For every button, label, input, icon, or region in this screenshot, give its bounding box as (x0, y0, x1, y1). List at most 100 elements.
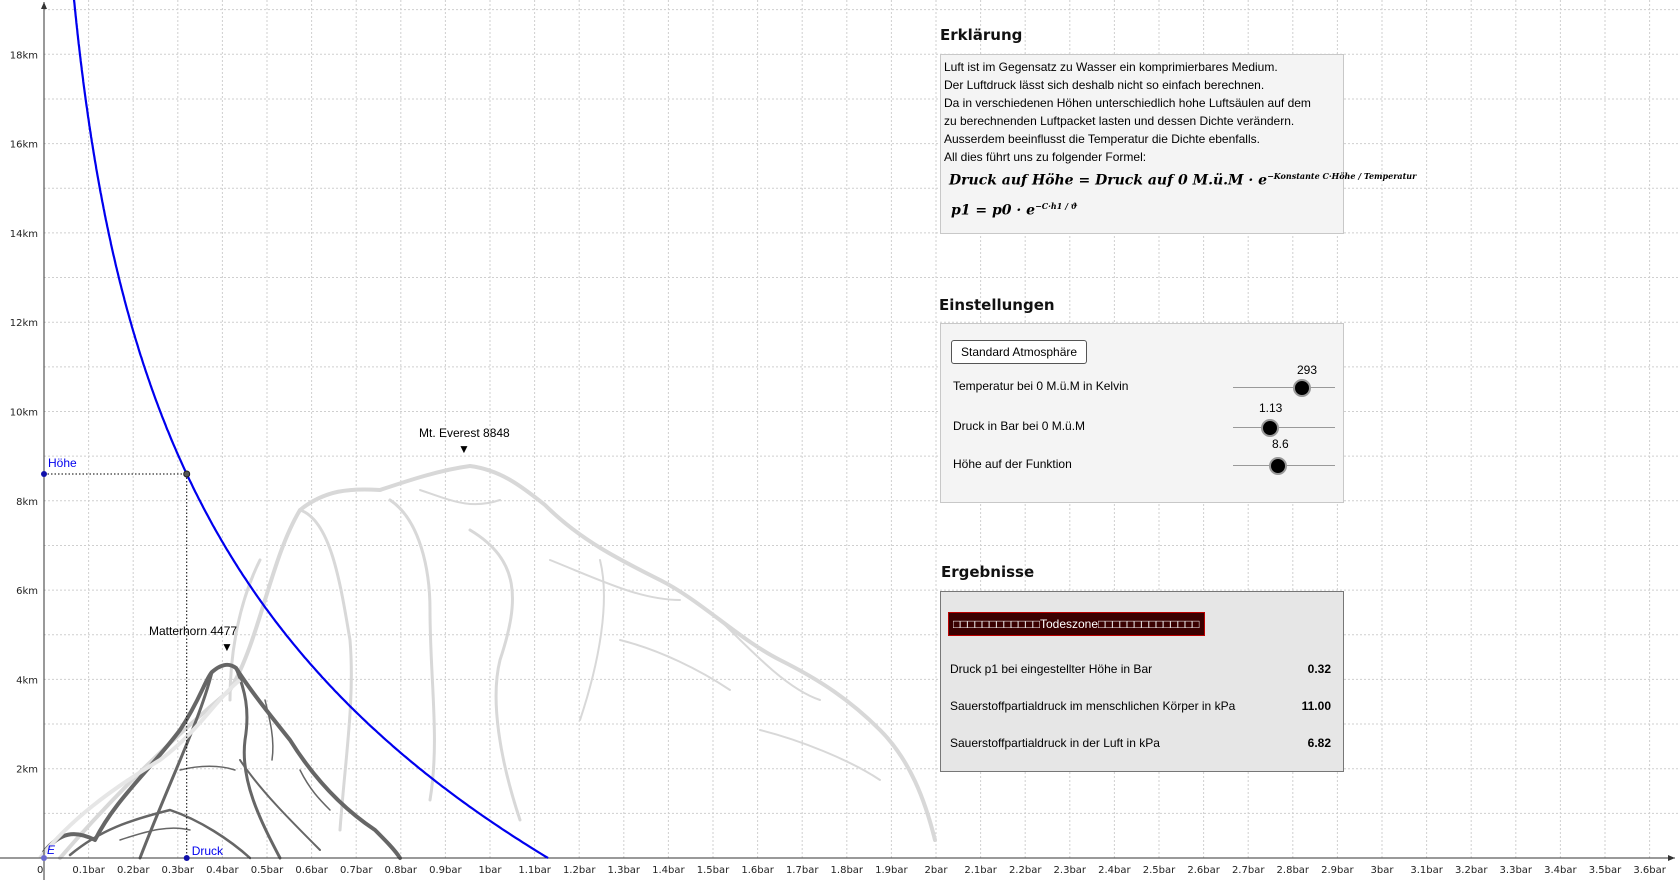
x-tick-label: 1.4bar (652, 865, 685, 876)
explanation-line: Ausserdem beeinflusst die Temperatur die… (944, 132, 1260, 146)
height-point-label: Höhe (48, 456, 77, 470)
x-tick-label: 0.5bar (251, 865, 284, 876)
x-tick-label: 0.9bar (429, 865, 462, 876)
y-tick-label: 14km (10, 229, 38, 240)
x-tick-label: 2.3bar (1054, 865, 1087, 876)
x-tick-label: 0.1bar (72, 865, 105, 876)
y-tick-label: 8km (16, 497, 38, 508)
height-point[interactable] (41, 471, 47, 478)
x-tick-label: 0 (37, 865, 43, 876)
settings-panel: Standard Atmosphäre Temperatur bei 0 M.ü… (940, 323, 1344, 503)
everest-marker-icon: ▼ (458, 442, 470, 456)
x-tick-label: 2.2bar (1009, 865, 1042, 876)
x-tick-label: 0.3bar (162, 865, 195, 876)
pressure-point[interactable] (183, 855, 190, 861)
x-tick-label: 2.7bar (1232, 865, 1265, 876)
x-tick-label: 0.8bar (385, 865, 418, 876)
formula-short: p1 = p0 · e−C·h1 / ϑ (951, 201, 1078, 219)
x-tick-label: 2.6bar (1187, 865, 1220, 876)
temperature-slider-label: Temperatur bei 0 M.ü.M in Kelvin (953, 379, 1129, 393)
x-tick-label: 0.6bar (295, 865, 328, 876)
height-slider-label: Höhe auf der Funktion (953, 457, 1072, 471)
x-tick-label: 1.7bar (786, 865, 819, 876)
height-slider-knob[interactable] (1268, 457, 1287, 475)
x-tick-label: 0.4bar (206, 865, 239, 876)
x-tick-label: 2.4bar (1098, 865, 1131, 876)
formula-general-main: Druck auf Höhe = Druck auf 0 M.ü.M · e (949, 172, 1268, 189)
x-tick-label: 1bar (479, 865, 503, 876)
explanation-panel: Luft ist im Gegensatz zu Wasser ein komp… (940, 54, 1416, 234)
x-tick-label: 0.2bar (117, 865, 150, 876)
x-tick-label: 2.5bar (1143, 865, 1176, 876)
x-tick-label: 3.3bar (1500, 865, 1533, 876)
explanation-line: All dies führt uns zu folgender Formel: (944, 150, 1147, 164)
explanation-title: Erklärung (940, 26, 1023, 44)
pressure-slider-label: Druck in Bar bei 0 M.ü.M (953, 419, 1086, 433)
y-tick-label: 12km (10, 318, 38, 329)
x-tick-label: 2bar (925, 865, 949, 876)
explanation-line: zu berechnenden Luftpacket lasten und de… (944, 114, 1295, 128)
matterhorn-label: Matterhorn 4477 (149, 624, 237, 638)
x-tick-label: 2.1bar (964, 865, 997, 876)
x-tick-label: 2.9bar (1321, 865, 1354, 876)
result-air-oxygen-value: 6.82 (1307, 736, 1331, 750)
x-tick-label: 3.5bar (1589, 865, 1622, 876)
y-axis-arrow-icon (41, 2, 47, 9)
formula-general-exponent: −Konstante C·Höhe / Temperatur (1267, 171, 1417, 181)
result-body-oxygen-label: Sauerstoffpartialdruck im menschlichen K… (950, 699, 1236, 713)
x-tick-label: 3.4bar (1544, 865, 1577, 876)
x-tick-label: 1.9bar (875, 865, 908, 876)
markers: Mt. Everest 8848 ▼ Matterhorn 4477 ▼ (149, 426, 510, 654)
temperature-slider-track[interactable] (1233, 387, 1335, 388)
results-panel: □□□□□□□□□□□□Todeszone□□□□□□□□□□□□□□ Druc… (940, 591, 1344, 772)
pressure-slider-track[interactable] (1233, 427, 1335, 428)
y-tick-label: 4km (16, 675, 38, 686)
y-tick-label: 10km (10, 408, 38, 419)
zone-label: Todeszone (1039, 617, 1099, 631)
x-tick-label: 1.5bar (697, 865, 730, 876)
x-tick-label: 2.8bar (1277, 865, 1310, 876)
x-axis-arrow-icon (1668, 855, 1675, 861)
standard-atmosphere-button[interactable]: Standard Atmosphäre (951, 340, 1088, 364)
y-tick-label: 6km (16, 586, 38, 597)
graphics-view[interactable]: 0 0.1bar 0.2bar 0.3bar 0.4bar 0.5bar 0.6bar 0.7… (0, 0, 1680, 880)
settings-title: Einstellungen (939, 296, 1055, 314)
temperature-slider-knob[interactable] (1293, 379, 1312, 397)
curve-point[interactable] (183, 470, 191, 478)
x-tick-label: 3bar (1371, 865, 1395, 876)
pressure-point-label: Druck (192, 844, 224, 858)
formula-general: Druck auf Höhe = Druck auf 0 M.ü.M · e−K… (949, 171, 1416, 189)
death-zone-badge: □□□□□□□□□□□□Todeszone□□□□□□□□□□□□□□ (948, 612, 1205, 636)
formula-short-exponent: −C·h1 / ϑ (1035, 201, 1078, 211)
x-tick-label: 1.1bar (518, 865, 551, 876)
everest-label: Mt. Everest 8848 (419, 426, 510, 440)
x-tick-label: 0.7bar (340, 865, 373, 876)
x-tick-label: 1.8bar (831, 865, 864, 876)
zone-boxes-left: □□□□□□□□□□□□ (953, 617, 1040, 631)
mountain-sketches (38, 464, 937, 860)
result-pressure-label: Druck p1 bei eingestellter Höhe in Bar (950, 662, 1153, 676)
x-tick-label: 3.6bar (1633, 865, 1666, 876)
matterhorn-marker-icon: ▼ (221, 640, 233, 654)
formula-short-main: p1 = p0 · e (951, 202, 1036, 219)
explanation-line: Luft ist im Gegensatz zu Wasser ein komp… (944, 60, 1278, 74)
result-pressure-value: 0.32 (1307, 662, 1331, 676)
results-title: Ergebnisse (941, 563, 1035, 581)
zone-boxes-right: □□□□□□□□□□□□□□ (1098, 617, 1200, 631)
x-tick-label: 1.3bar (608, 865, 641, 876)
result-body-oxygen-value: 11.00 (1301, 699, 1331, 713)
y-tick-label: 18km (10, 50, 38, 61)
everest-sketch (58, 464, 937, 860)
x-tick-label: 1.6bar (741, 865, 774, 876)
y-tick-label: 16km (10, 140, 38, 151)
x-tick-label: 1.2bar (563, 865, 596, 876)
explanation-line: Der Luftdruck lässt sich deshalb nicht s… (944, 78, 1265, 92)
temperature-slider-value: 293 (1297, 363, 1318, 377)
pressure-slider-value: 1.13 (1259, 401, 1283, 415)
explanation-line: Da in verschiedenen Höhen unterschiedlic… (944, 96, 1311, 110)
x-tick-label: 3.2bar (1455, 865, 1488, 876)
y-tick-label: 2km (16, 765, 38, 776)
pressure-slider-knob[interactable] (1260, 419, 1279, 437)
x-tick-label: 3.1bar (1410, 865, 1443, 876)
result-air-oxygen-label: Sauerstoffpartialdruck in der Luft in kP… (950, 736, 1160, 750)
